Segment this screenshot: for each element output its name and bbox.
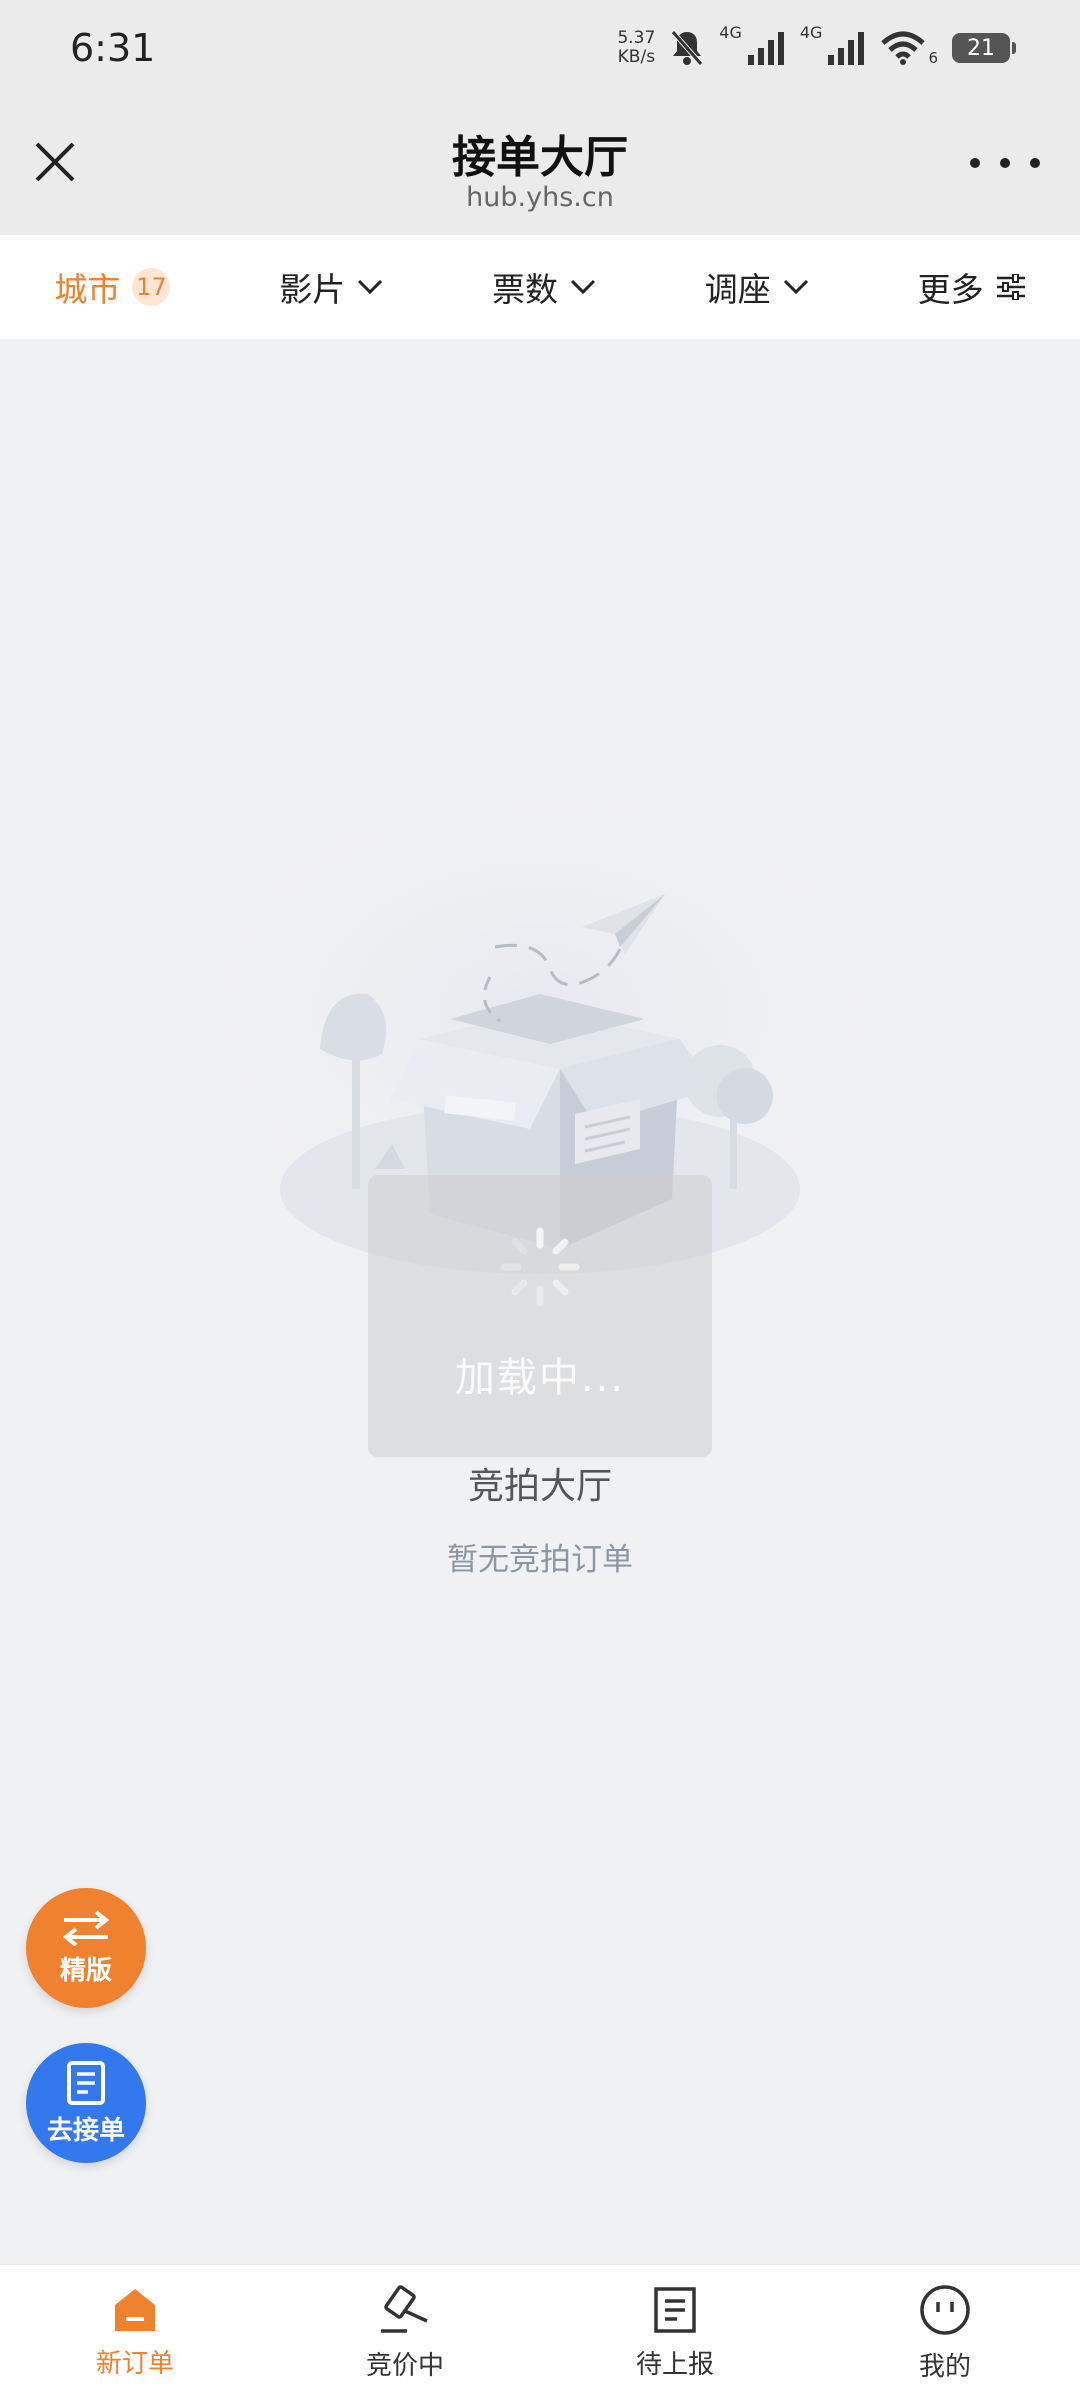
signal-2-label: 4G bbox=[799, 22, 823, 42]
loading-spinner-icon bbox=[500, 1227, 580, 1307]
status-icons: 5.37 KB/s 4G 4G 6 21 bbox=[617, 22, 1016, 74]
tab-pending-report-label: 待上报 bbox=[635, 2349, 714, 2380]
filter-ticket-count[interactable]: 票数 bbox=[492, 263, 596, 311]
swap-arrows-icon bbox=[62, 1909, 110, 1946]
chevron-down-icon bbox=[358, 279, 383, 295]
filter-ticket-count-label: 票数 bbox=[491, 270, 558, 309]
page-url: hub.yhs.cn bbox=[466, 182, 614, 213]
status-time: 6:31 bbox=[70, 26, 156, 70]
status-bar: 6:31 5.37 KB/s 4G 4G 6 21 bbox=[0, 0, 1080, 95]
switch-version-label: 精版 bbox=[59, 1955, 112, 1986]
signal-bars-icon bbox=[828, 32, 865, 65]
take-order-button[interactable]: 去接单 bbox=[26, 2043, 146, 2163]
switch-version-button[interactable]: 精版 bbox=[26, 1888, 146, 2008]
filter-more[interactable]: 更多 bbox=[918, 263, 1026, 311]
profile-icon bbox=[920, 2284, 970, 2335]
signal-bars-icon bbox=[747, 32, 784, 65]
filter-city[interactable]: 城市 17 bbox=[54, 263, 171, 311]
filter-city-label: 城市 bbox=[54, 270, 121, 309]
filter-movie[interactable]: 影片 bbox=[279, 263, 383, 311]
title-bar: 接单大厅 hub.yhs.cn bbox=[0, 95, 1080, 235]
tab-profile-label: 我的 bbox=[918, 2351, 971, 2382]
tab-new-orders-label: 新订单 bbox=[95, 2348, 174, 2379]
sliders-icon bbox=[996, 274, 1025, 300]
document-icon bbox=[67, 2060, 105, 2105]
chevron-down-icon bbox=[783, 279, 808, 295]
order-list-area[interactable]: 加载中... 竞拍大厅 暂无竞拍订单 bbox=[0, 339, 1080, 2264]
city-count-badge: 17 bbox=[132, 268, 171, 306]
signal-1-label: 4G bbox=[719, 22, 742, 42]
tab-new-orders[interactable]: 新订单 bbox=[0, 2265, 270, 2401]
more-options-button[interactable] bbox=[970, 145, 1040, 181]
tab-bidding-label: 竞价中 bbox=[365, 2350, 444, 2381]
empty-state-title: 竞拍大厅 bbox=[467, 1466, 612, 1507]
wifi-icon bbox=[881, 31, 926, 65]
more-dot bbox=[1000, 158, 1010, 168]
tab-profile[interactable]: 我的 bbox=[810, 2265, 1080, 2401]
filter-more-label: 更多 bbox=[917, 270, 984, 309]
filter-seat-adjust[interactable]: 调座 bbox=[705, 263, 809, 311]
tab-pending-report[interactable]: 待上报 bbox=[540, 2265, 810, 2401]
mute-bell-icon bbox=[671, 30, 704, 66]
network-speed: 5.37 KB/s bbox=[617, 28, 656, 67]
filter-bar: 城市 17 影片 票数 调座 更多 bbox=[0, 235, 1080, 339]
take-order-label: 去接单 bbox=[46, 2115, 125, 2146]
battery-indicator: 21 bbox=[952, 33, 1016, 63]
home-icon bbox=[115, 2288, 155, 2331]
more-dot bbox=[970, 158, 980, 168]
document-icon bbox=[654, 2286, 696, 2333]
wifi-label: 6 bbox=[928, 49, 938, 67]
loading-overlay: 加载中... bbox=[368, 1175, 712, 1457]
bottom-tab-bar: 新订单 竞价中 待上报 我的 bbox=[0, 2264, 1080, 2401]
more-dot bbox=[1030, 158, 1040, 168]
chevron-down-icon bbox=[570, 279, 596, 295]
tab-bidding[interactable]: 竞价中 bbox=[270, 2265, 540, 2401]
loading-text: 加载中... bbox=[454, 1355, 626, 1401]
empty-state-subtitle: 暂无竞拍订单 bbox=[447, 1542, 633, 1578]
filter-movie-label: 影片 bbox=[279, 270, 346, 309]
auction-hammer-icon bbox=[381, 2284, 428, 2333]
filter-seat-adjust-label: 调座 bbox=[704, 270, 771, 309]
page-title: 接单大厅 bbox=[452, 132, 628, 183]
